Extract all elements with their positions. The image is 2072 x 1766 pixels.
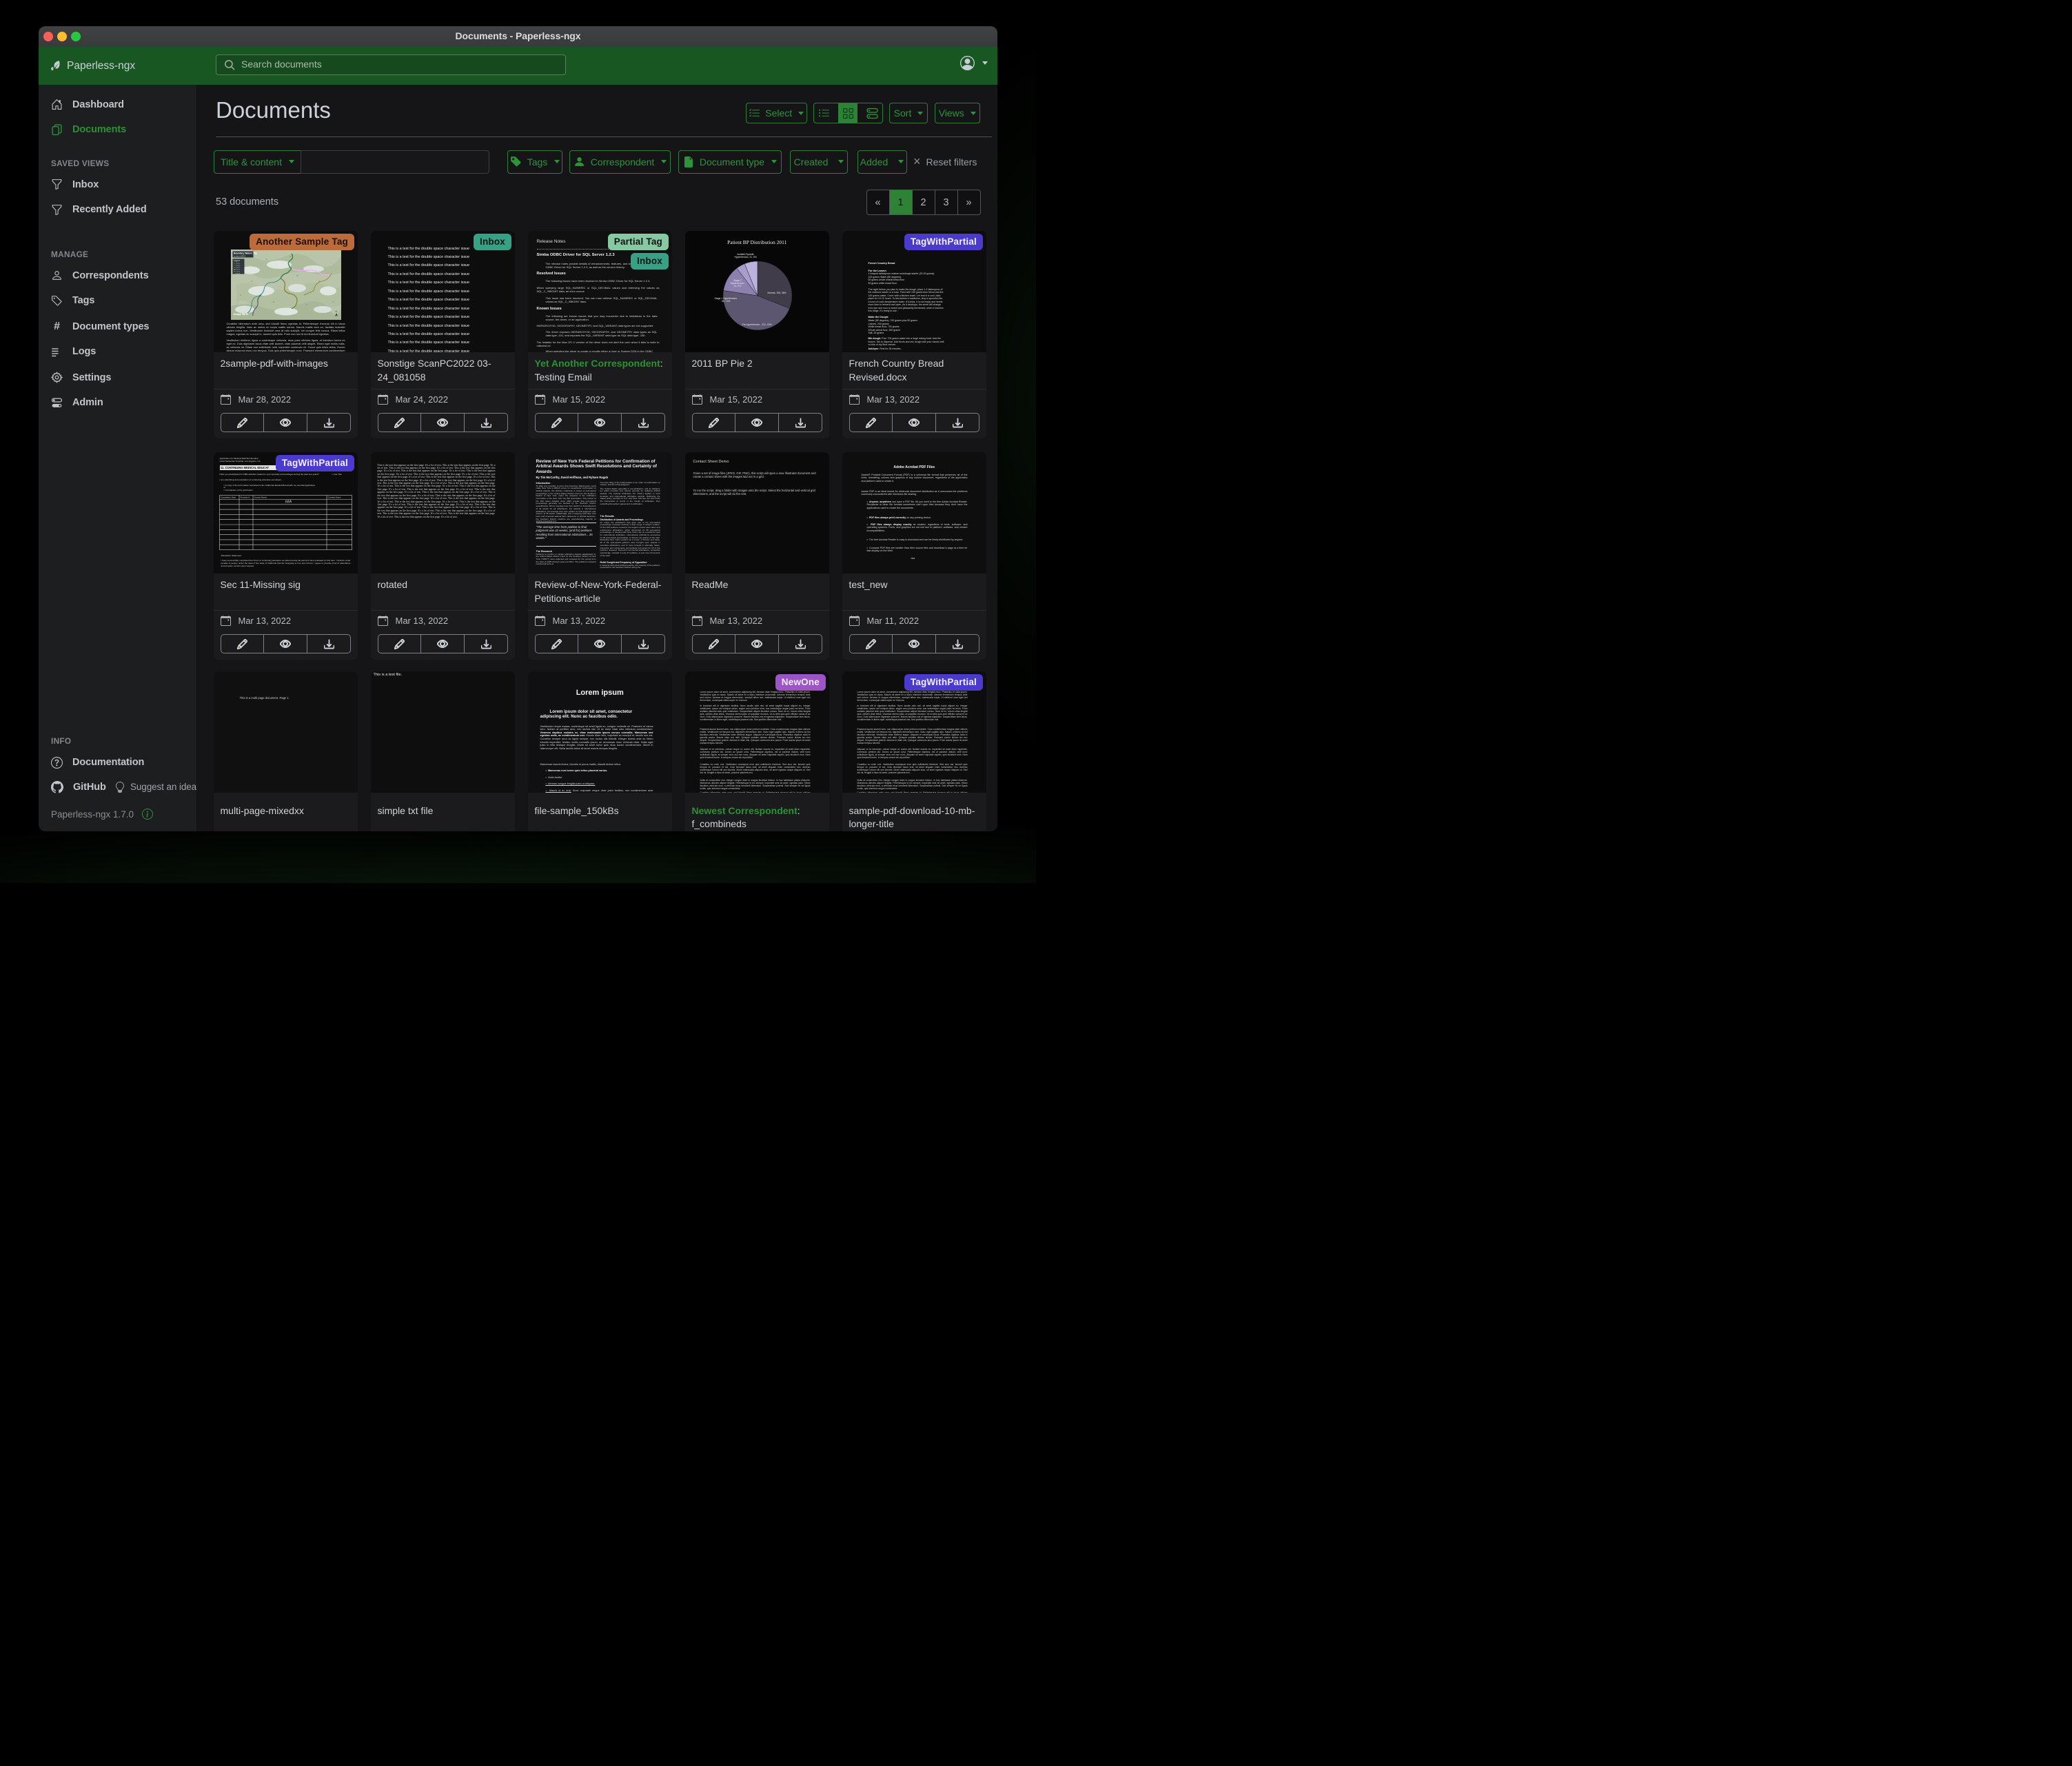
svg-text:Day 3: Day 3 — [236, 267, 240, 268]
svg-text:Boundary Waters Trip: Boundary Waters Trip — [234, 252, 257, 254]
svg-text:by day in BWCA: by day in BWCA — [234, 255, 246, 257]
svg-text:Google Earth: Google Earth — [233, 313, 247, 316]
svg-text:Day 2: Day 2 — [236, 265, 240, 266]
svg-text:Legend: Legend — [234, 259, 240, 262]
svg-text:N\A: N\A — [285, 500, 292, 504]
svg-text:Course Name: Course Name — [254, 496, 267, 498]
svg-text:Contact Hours: Contact Hours — [328, 496, 342, 498]
svg-text:Completion Date: Completion Date — [221, 496, 236, 498]
svg-text:Day 4: Day 4 — [236, 269, 240, 270]
svg-text:Day 5: Day 5 — [236, 271, 240, 272]
svg-text:Provider #: Provider # — [241, 496, 250, 498]
svg-text:Day 6: Day 6 — [236, 273, 240, 274]
svg-text:Day 1: Day 1 — [236, 263, 240, 264]
